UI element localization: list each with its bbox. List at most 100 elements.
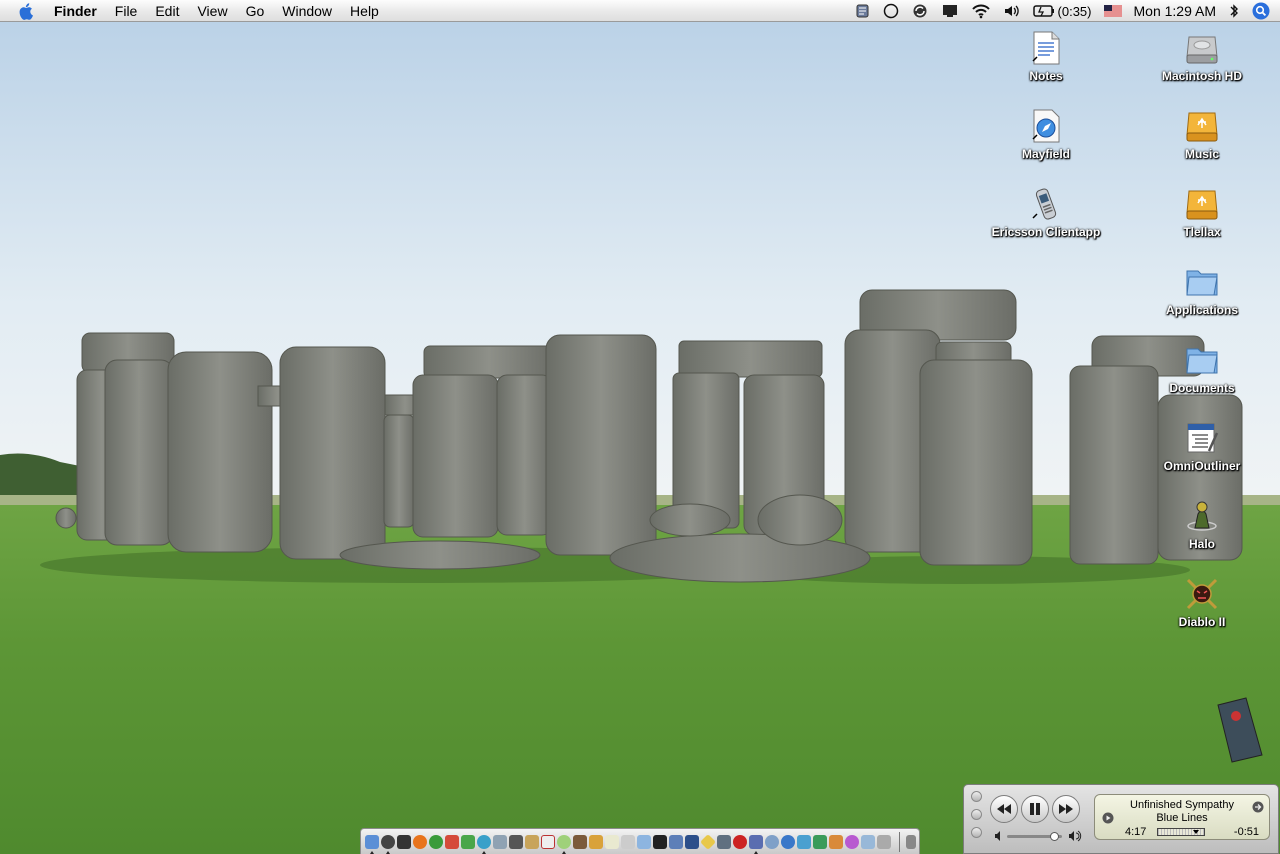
bluetooth-icon[interactable] — [1228, 0, 1240, 22]
icon-label: Macintosh HD — [1161, 69, 1242, 83]
menu-file[interactable]: File — [106, 0, 147, 22]
rewind-icon — [997, 804, 1011, 814]
desktop-icon-macintosh-hd[interactable]: Macintosh HD — [1137, 30, 1267, 83]
dock-app-icon[interactable] — [509, 834, 523, 849]
desktop-icon-applications[interactable]: Applications — [1137, 264, 1267, 317]
app-menu-finder[interactable]: Finder — [48, 0, 106, 22]
dock-app-icon[interactable] — [861, 834, 875, 849]
dock-app-icon[interactable] — [765, 834, 779, 849]
dock-app-icon[interactable] — [733, 834, 747, 849]
minimize-window-button[interactable] — [971, 809, 982, 820]
desktop-icon-diablo-ii[interactable]: Diablo II — [1137, 576, 1267, 629]
dock-app-icon[interactable] — [525, 834, 539, 849]
dock-app-icon[interactable] — [685, 834, 699, 849]
next-track-button[interactable] — [1052, 795, 1080, 823]
desktop-icon-omnioutliner[interactable]: OmniOutliner — [1137, 420, 1267, 473]
dock-app-icon[interactable] — [621, 834, 635, 849]
diablo-icon — [1184, 576, 1220, 612]
dock-app-icon[interactable] — [813, 834, 827, 849]
elapsed-time: 4:17 — [1125, 826, 1147, 838]
menu-view[interactable]: View — [188, 0, 236, 22]
remaining-time: -0:51 — [1233, 826, 1259, 838]
dock-ical-icon[interactable] — [541, 834, 555, 849]
desktop-icon-tlellax[interactable]: Tlellax — [1137, 186, 1267, 239]
battery-status[interactable]: (0:35) — [1032, 0, 1092, 22]
dock — [360, 828, 920, 854]
desktop-icon-halo[interactable]: Halo — [1137, 498, 1267, 551]
dock-app-icon[interactable] — [573, 834, 587, 849]
dock-app-icon[interactable] — [877, 834, 891, 849]
dock-app-icon[interactable] — [589, 834, 603, 849]
icon-label: Tlellax — [1183, 225, 1221, 239]
volume-icon[interactable] — [1003, 0, 1021, 22]
dock-terminal-icon[interactable] — [397, 834, 411, 849]
volume-slider-knob[interactable] — [1049, 832, 1059, 841]
hard-drive-icon — [1184, 30, 1220, 66]
apple-menu-icon[interactable] — [16, 0, 38, 22]
input-menu-flag-icon[interactable] — [1103, 0, 1122, 22]
dock-separator — [899, 831, 900, 852]
zoom-window-button[interactable] — [971, 827, 982, 838]
snapback-icon[interactable] — [1252, 801, 1264, 813]
dock-app-icon[interactable] — [477, 834, 491, 854]
menu-help[interactable]: Help — [341, 0, 388, 22]
airport-wifi-icon[interactable] — [971, 0, 991, 22]
dock-app-icon[interactable] — [637, 834, 651, 849]
omnioutliner-icon — [1184, 420, 1220, 456]
dock-app-icon[interactable] — [749, 834, 763, 854]
desktop-icon-mayfield[interactable]: Mayfield — [981, 108, 1111, 161]
play-pause-button[interactable] — [1021, 795, 1049, 823]
itunes-mini-player: Unfinished Sympathy Blue Lines 4:17 -0:5… — [963, 784, 1279, 854]
desktop-icon-ericsson-clientapp[interactable]: Ericsson Clientapp — [981, 186, 1111, 239]
firewire-drive-icon — [1184, 186, 1220, 222]
safari-document-icon — [1028, 108, 1064, 144]
dock-app-icon[interactable] — [429, 834, 443, 849]
icon-label: Mayfield — [1021, 147, 1070, 161]
sync-icon[interactable] — [911, 0, 929, 22]
dock-app-icon[interactable] — [781, 834, 795, 849]
fast-forward-icon — [1059, 804, 1073, 814]
dock-app-icon[interactable] — [605, 834, 619, 849]
menu-go[interactable]: Go — [237, 0, 274, 22]
icon-label: Documents — [1169, 381, 1235, 395]
dock-app-icon[interactable] — [797, 834, 811, 849]
dock-app-icon[interactable] — [445, 834, 459, 849]
script-menu-icon[interactable] — [855, 0, 871, 22]
dock-app-icon[interactable] — [669, 834, 683, 849]
dock-trash-icon[interactable] — [906, 834, 916, 849]
dock-app-icon[interactable] — [653, 834, 667, 849]
firewire-drive-icon — [1184, 108, 1220, 144]
menu-window[interactable]: Window — [273, 0, 341, 22]
icon-label: Music — [1184, 147, 1219, 161]
menubar-clock[interactable]: Mon 1:29 AM — [1134, 0, 1217, 22]
dock-app-icon[interactable] — [493, 834, 507, 849]
dock-app-icon[interactable] — [829, 834, 843, 849]
dock-app-icon[interactable] — [845, 834, 859, 849]
previous-track-button[interactable] — [990, 795, 1018, 823]
folder-icon — [1184, 342, 1220, 378]
dock-app-icon[interactable] — [461, 834, 475, 849]
dock-dashboard-icon[interactable] — [381, 834, 395, 854]
icon-label: OmniOutliner — [1163, 459, 1241, 473]
icon-label: Halo — [1188, 537, 1215, 551]
menu-bar: Finder File Edit View Go Window Help (0:… — [0, 0, 1280, 22]
desktop-icon-music[interactable]: Music — [1137, 108, 1267, 161]
menu-edit[interactable]: Edit — [146, 0, 188, 22]
now-playing-display: Unfinished Sympathy Blue Lines 4:17 -0:5… — [1094, 794, 1270, 840]
icon-label: Ericsson Clientapp — [991, 225, 1101, 239]
halo-icon — [1184, 498, 1220, 534]
pause-icon — [1030, 803, 1040, 815]
spotlight-search-icon[interactable] — [1252, 0, 1270, 22]
desktop-icon-notes[interactable]: Notes — [981, 30, 1111, 83]
dock-app-icon[interactable] — [700, 833, 716, 850]
desktop-icon-documents[interactable]: Documents — [1137, 342, 1267, 395]
dock-itunes-icon[interactable] — [557, 834, 571, 854]
dock-app-icon[interactable] — [717, 834, 731, 849]
close-window-button[interactable] — [971, 791, 982, 802]
dock-finder-icon[interactable] — [365, 834, 379, 854]
playback-progress-bar[interactable] — [1157, 828, 1205, 836]
dock-firefox-icon[interactable] — [413, 834, 427, 849]
display-icon[interactable] — [941, 0, 959, 22]
circle-status-icon[interactable] — [883, 0, 899, 22]
playback-position-indicator[interactable] — [1193, 830, 1200, 834]
